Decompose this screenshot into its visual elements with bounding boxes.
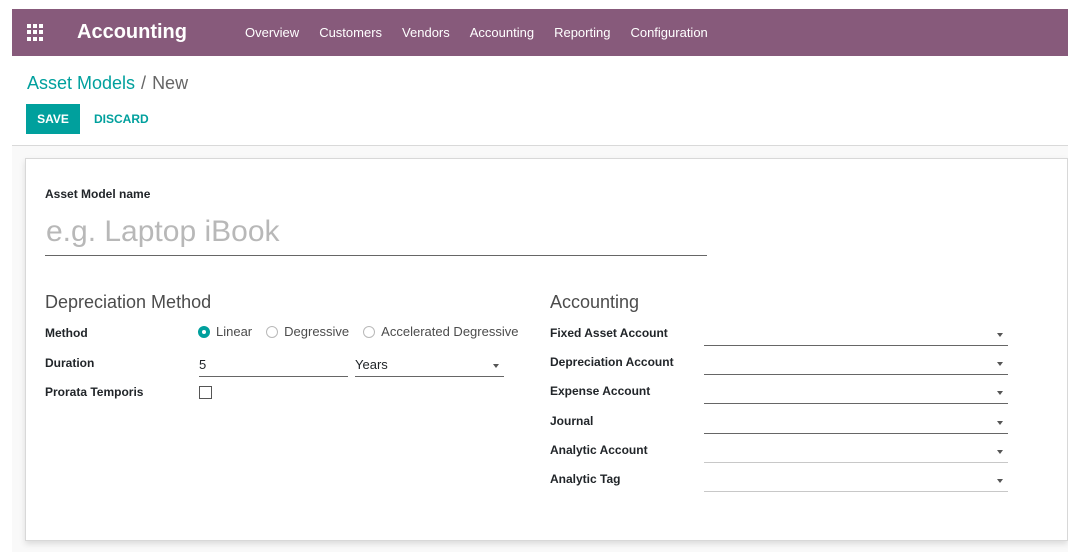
menu-accounting[interactable]: Accounting — [470, 25, 534, 40]
prorata-temporis-label: Prorata Temporis — [45, 385, 144, 399]
expense-account-select[interactable] — [704, 380, 1008, 404]
chevron-down-icon — [997, 478, 1003, 483]
apps-menu-icon[interactable] — [27, 23, 45, 42]
chevron-down-icon — [997, 390, 1003, 395]
asset-model-name-label: Asset Model name — [45, 187, 151, 201]
method-option-label: Degressive — [284, 324, 350, 339]
fixed-asset-account-label: Fixed Asset Account — [550, 326, 668, 340]
save-button[interactable]: SAVE — [26, 104, 80, 134]
radio-unchecked-icon — [266, 325, 279, 338]
analytic-account-select[interactable] — [704, 439, 1008, 463]
duration-unit-select[interactable]: Years — [355, 353, 504, 377]
expense-account-label: Expense Account — [550, 384, 651, 398]
breadcrumb-separator: / — [141, 73, 147, 93]
duration-unit-value: Years — [355, 357, 388, 372]
analytic-tag-label: Analytic Tag — [550, 472, 621, 486]
depreciation-account-label: Depreciation Account — [550, 355, 674, 369]
journal-select[interactable] — [704, 410, 1008, 434]
control-panel: Asset Models / New SAVE DISCARD — [12, 56, 1068, 146]
method-radio-accelerated-degressive[interactable]: Accelerated Degressive — [363, 324, 518, 339]
menu-reporting[interactable]: Reporting — [554, 25, 610, 40]
asset-model-name-input[interactable]: e.g. Laptop iBook — [45, 209, 707, 256]
breadcrumb-parent[interactable]: Asset Models — [27, 73, 135, 93]
chevron-down-icon — [493, 363, 499, 368]
radio-unchecked-icon — [363, 325, 376, 338]
app-brand[interactable]: Accounting — [77, 21, 187, 44]
menu-customers[interactable]: Customers — [319, 25, 382, 40]
breadcrumb: Asset Models / New — [27, 73, 188, 94]
discard-button[interactable]: DISCARD — [94, 104, 149, 134]
method-option-label: Linear — [216, 324, 253, 339]
accounting-section-title: Accounting — [550, 292, 640, 312]
fixed-asset-account-select[interactable] — [704, 322, 1008, 346]
duration-input[interactable]: 5 — [199, 353, 348, 377]
method-radio-group: Linear Degressive Accelerated Degressive — [198, 324, 532, 339]
top-navbar: Accounting Overview Customers Vendors Ac… — [12, 9, 1068, 56]
method-radio-linear[interactable]: Linear — [198, 324, 252, 339]
depreciation-method-title: Depreciation Method — [45, 292, 212, 312]
menu-configuration[interactable]: Configuration — [630, 25, 707, 40]
method-radio-degressive[interactable]: Degressive — [266, 324, 349, 339]
breadcrumb-current: New — [152, 73, 189, 93]
journal-label: Journal — [550, 414, 594, 428]
chevron-down-icon — [997, 332, 1003, 337]
menu-vendors[interactable]: Vendors — [402, 25, 450, 40]
analytic-tag-select[interactable] — [704, 468, 1008, 492]
radio-checked-icon — [198, 325, 210, 338]
method-option-label: Accelerated Degressive — [381, 324, 519, 339]
chevron-down-icon — [997, 420, 1003, 425]
duration-label: Duration — [45, 356, 95, 370]
prorata-temporis-checkbox[interactable] — [199, 386, 212, 399]
method-label: Method — [45, 326, 88, 340]
chevron-down-icon — [997, 449, 1003, 454]
main-menu: Overview Customers Vendors Accounting Re… — [245, 25, 728, 40]
chevron-down-icon — [997, 361, 1003, 366]
analytic-account-label: Analytic Account — [550, 443, 648, 457]
depreciation-account-select[interactable] — [704, 351, 1008, 375]
menu-overview[interactable]: Overview — [245, 25, 299, 40]
